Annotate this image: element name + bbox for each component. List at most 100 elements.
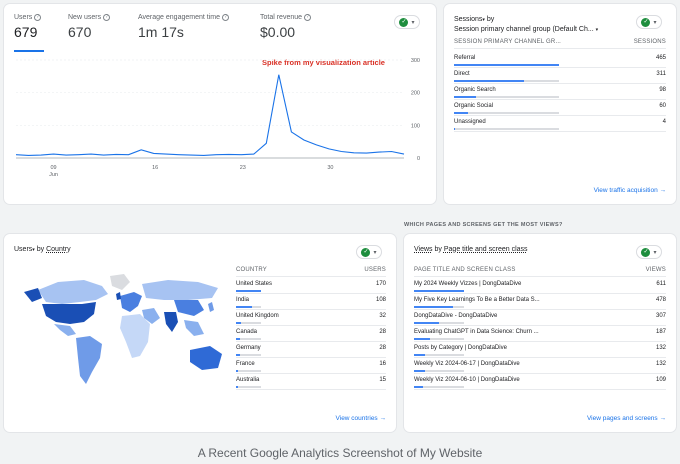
table-row[interactable]: Weekly Viz 2024-06-17 | DongDataDive 132: [414, 361, 666, 367]
table-row[interactable]: My Five Key Learnings To Be a Better Dat…: [414, 297, 666, 303]
view-traffic-acquisition-link[interactable]: View traffic acquisition →: [594, 187, 666, 194]
map-region-southeast-asia[interactable]: [184, 320, 204, 336]
row-share-bar: [454, 112, 559, 114]
map-region-mexico[interactable]: [54, 324, 76, 336]
status-menu-button[interactable]: ✓ ▾: [636, 15, 662, 29]
status-menu-button[interactable]: ✓ ▾: [636, 245, 662, 259]
check-circle-icon: ✓: [641, 247, 651, 257]
table-row[interactable]: Referral 465: [454, 55, 666, 61]
row-share-bar: [236, 322, 261, 324]
map-region-china[interactable]: [174, 300, 204, 316]
row-value: 108: [375, 297, 386, 303]
row-share-bar: [454, 64, 559, 66]
row-label: United States: [236, 281, 273, 287]
table-header: PAGE TITLE AND SCREEN CLASS VIEWS: [414, 267, 666, 273]
row-label: Canada: [236, 329, 258, 335]
table-header: COUNTRY USERS: [236, 267, 386, 273]
row-label: Posts by Category | DongDataDive: [414, 345, 507, 351]
map-region-uk[interactable]: [116, 292, 121, 300]
row-share-bar: [236, 306, 261, 308]
dimension-label: Session primary channel group (Default C…: [454, 26, 594, 33]
table-row[interactable]: Germany 28: [236, 345, 386, 351]
table-row[interactable]: Evaluating ChatGPT in Data Science: Chur…: [414, 329, 666, 335]
row-label: Australia: [236, 377, 260, 383]
column-header-views: VIEWS: [645, 267, 666, 273]
map-region-japan[interactable]: [208, 302, 214, 312]
table-row[interactable]: United Kingdom 32: [236, 313, 386, 319]
views-metric-dropdown[interactable]: Views: [414, 246, 433, 253]
divider: [236, 293, 386, 294]
country-table: COUNTRY USERS United States 170 India 108 Un…: [236, 267, 386, 397]
row-label: DongDataDive - DongDataDive: [414, 313, 498, 319]
map-region-australia[interactable]: [190, 346, 222, 370]
sessions-metric-dropdown[interactable]: Sessions: [454, 16, 482, 23]
row-share-bar: [236, 386, 261, 388]
row-share-bar: [414, 354, 464, 356]
table-row[interactable]: DongDataDive - DongDataDive 307: [414, 313, 666, 319]
arrow-right-icon: →: [659, 187, 667, 194]
column-header-sessions: SESSIONS: [633, 39, 666, 45]
x-tick-label: 23: [240, 165, 246, 171]
country-dimension-dropdown[interactable]: Country: [46, 246, 71, 253]
row-share-bar: [236, 354, 261, 356]
table-row[interactable]: France 16: [236, 361, 386, 367]
row-label: Referral: [454, 55, 476, 61]
y-tick-label: 100: [411, 123, 420, 129]
table-row[interactable]: India 108: [236, 297, 386, 303]
row-label: Weekly Viz 2024-06-17 | DongDataDive: [414, 361, 520, 367]
map-region-greenland[interactable]: [110, 274, 130, 290]
y-tick-label: 0: [417, 156, 420, 162]
map-region-africa[interactable]: [120, 314, 150, 358]
row-share-bar: [454, 128, 559, 130]
divider: [454, 99, 666, 100]
sessions-dimension-dropdown[interactable]: Session primary channel group (Default C…: [454, 26, 598, 33]
row-label: Organic Search: [454, 87, 496, 93]
row-value: 132: [655, 345, 666, 351]
row-value: 311: [656, 71, 666, 77]
table-row[interactable]: Organic Search 98: [454, 87, 666, 93]
table-row[interactable]: Canada 28: [236, 329, 386, 335]
x-tick-label: 09: [50, 165, 56, 171]
by-label: by: [36, 246, 45, 253]
view-countries-link[interactable]: View countries →: [336, 415, 386, 422]
row-label: My 2024 Weekly Vizzes | DongDataDive: [414, 281, 522, 287]
users-metric-dropdown[interactable]: Users: [14, 246, 32, 253]
page-dimension-dropdown[interactable]: Page title and screen class: [444, 246, 528, 253]
row-value: 60: [659, 103, 666, 109]
table-row[interactable]: Weekly Viz 2024-06-10 | DongDataDive 109: [414, 377, 666, 383]
table-row[interactable]: Direct 311: [454, 71, 666, 77]
map-region-india[interactable]: [164, 312, 178, 332]
table-row[interactable]: Posts by Category | DongDataDive 132: [414, 345, 666, 351]
users-line-chart: 0 100 200 300 09 16 23 30 Jun: [15, 58, 420, 178]
row-value: 465: [655, 55, 666, 61]
status-menu-button[interactable]: ✓ ▾: [356, 245, 382, 259]
table-row[interactable]: Unassigned 4: [454, 119, 666, 125]
divider: [236, 309, 386, 310]
map-region-russia[interactable]: [142, 280, 218, 300]
row-value: 98: [659, 87, 666, 93]
y-tick-label: 300: [411, 58, 420, 64]
table-row[interactable]: My 2024 Weekly Vizzes | DongDataDive 611: [414, 281, 666, 287]
map-region-europe[interactable]: [120, 292, 142, 312]
map-region-united-states[interactable]: [42, 302, 96, 324]
y-tick-label: 200: [411, 91, 420, 97]
by-label: by: [434, 246, 442, 253]
arrow-right-icon: →: [659, 415, 667, 422]
caret-down-icon: ▾: [595, 27, 599, 33]
link-label: View traffic acquisition: [593, 187, 658, 194]
map-region-canada[interactable]: [38, 280, 108, 304]
pages-card: Views by Page title and screen class ✓ ▾ …: [404, 234, 676, 432]
table-row[interactable]: United States 170: [236, 281, 386, 287]
divider: [414, 276, 666, 277]
row-value: 170: [375, 281, 386, 287]
link-label: View pages and screens: [586, 415, 658, 422]
caret-down-icon: ▾: [32, 247, 35, 253]
row-share-bar: [414, 290, 464, 292]
map-region-south-america[interactable]: [76, 336, 102, 384]
row-value: 28: [379, 345, 386, 351]
table-row[interactable]: Australia 15: [236, 377, 386, 383]
card-title: Views by Page title and screen class: [414, 246, 528, 253]
view-pages-and-screens-link[interactable]: View pages and screens →: [587, 415, 666, 422]
table-row[interactable]: Organic Social 60: [454, 103, 666, 109]
x-tick-label: 16: [152, 165, 158, 171]
